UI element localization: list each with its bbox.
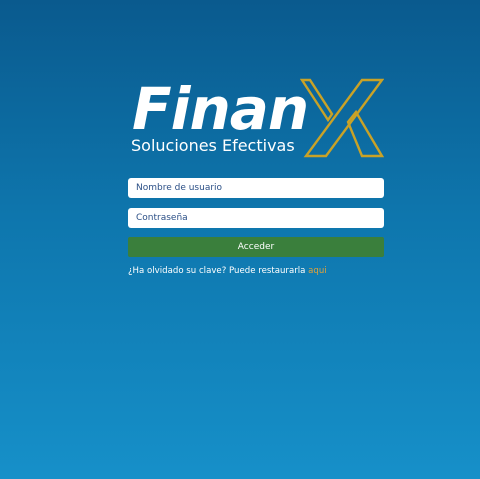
recovery-text: ¿Ha olvidado su clave? Puede restaurarla xyxy=(128,266,309,276)
login-form: Acceder ¿Ha olvidado su clave? Puede res… xyxy=(128,178,384,276)
finanx-logo: Finan X Soluciones Efectivas xyxy=(130,78,386,160)
logo-wordmark: Finan xyxy=(132,75,309,143)
recovery-link[interactable]: aqui xyxy=(308,266,327,276)
password-recovery: ¿Ha olvidado su clave? Puede restaurarla… xyxy=(128,266,384,276)
username-input[interactable] xyxy=(128,178,384,198)
logo-tagline: Soluciones Efectivas xyxy=(131,136,295,155)
logo-x-mark: X xyxy=(300,78,384,158)
login-button[interactable]: Acceder xyxy=(128,237,384,257)
password-input[interactable] xyxy=(128,208,384,228)
